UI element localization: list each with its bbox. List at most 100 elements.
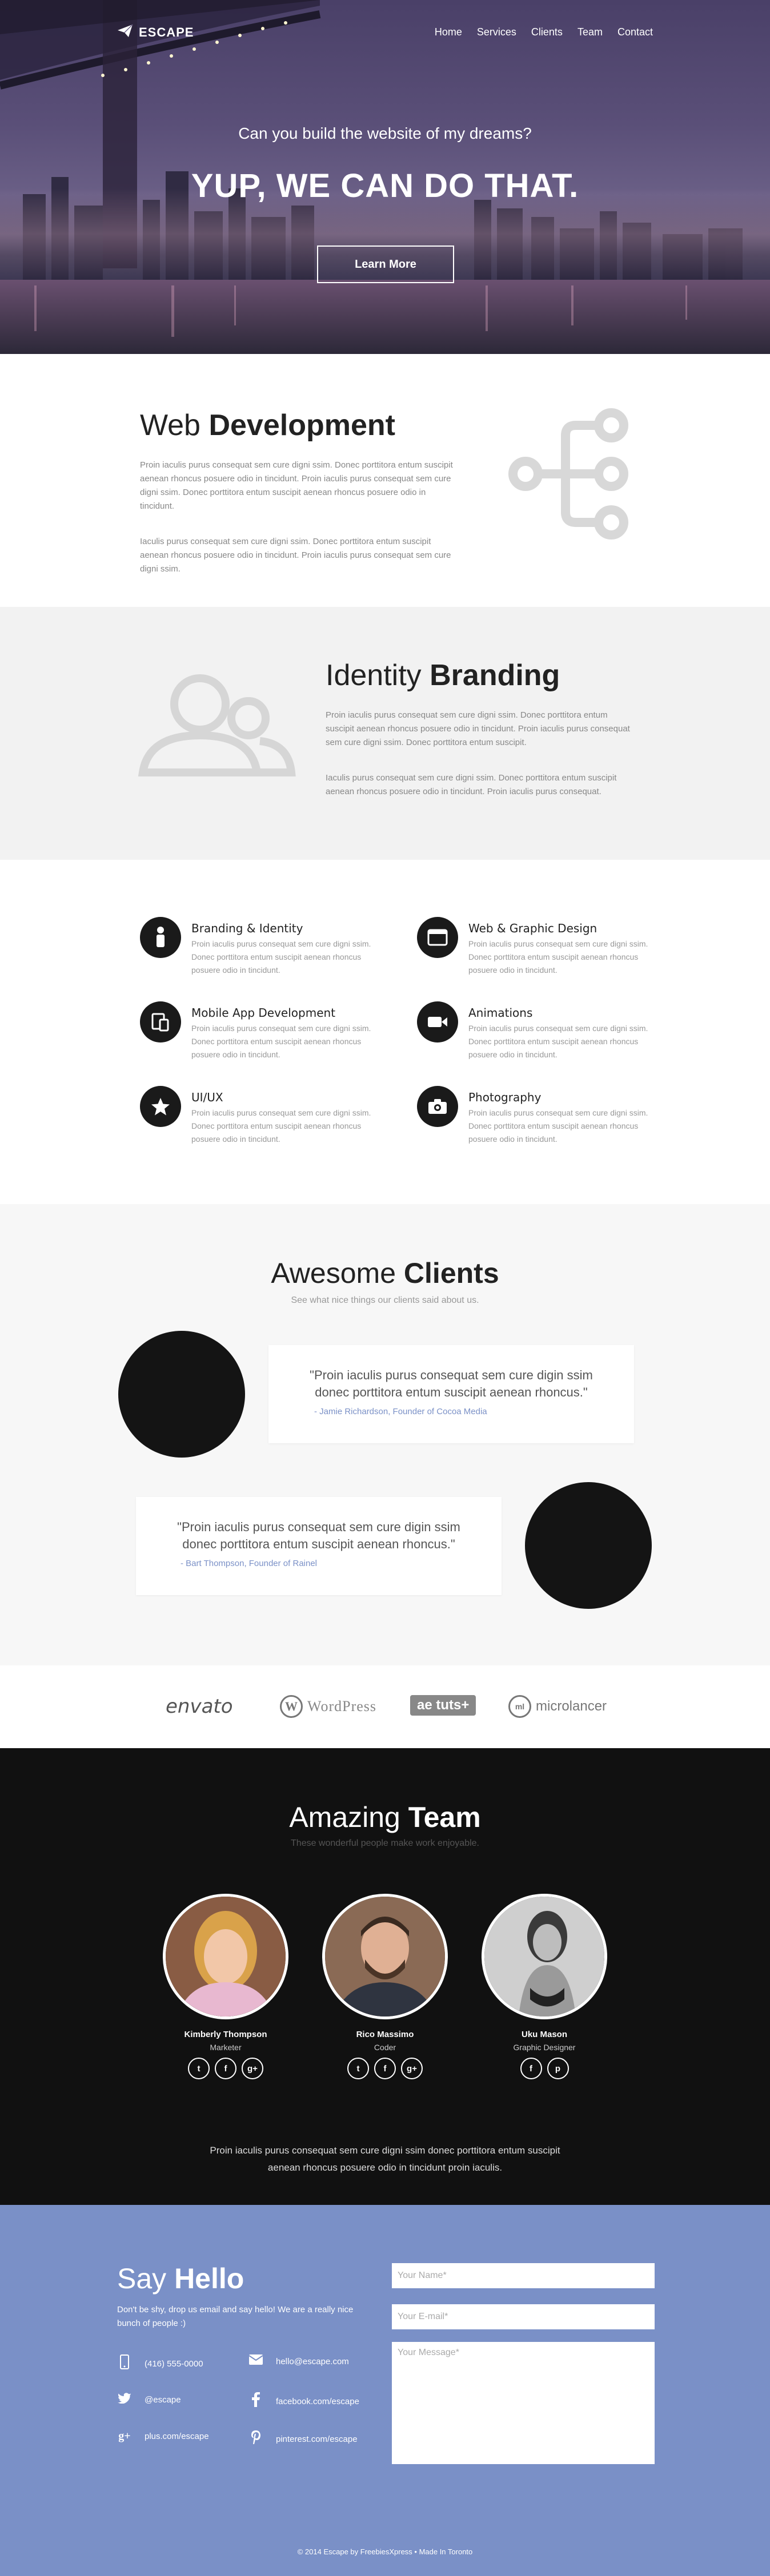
- browser-icon: [417, 917, 458, 958]
- service-ui-ux: UI/UX Proin iaculis purus consequat sem c…: [140, 1086, 380, 1146]
- star-icon: [140, 1086, 181, 1127]
- service-title: Photography: [468, 1090, 542, 1104]
- microlancer-icon: ml: [508, 1695, 531, 1718]
- camera-icon: [417, 1086, 458, 1127]
- contact-heading: Say Hello: [117, 2263, 244, 2295]
- envelope-icon: [248, 2354, 263, 2368]
- service-title: Mobile App Development: [191, 1006, 336, 1020]
- learn-more-button[interactable]: Learn More: [317, 245, 454, 283]
- service-mobile-app: Mobile App Development Proin iaculis puru…: [140, 1001, 380, 1061]
- service-text: Proin iaculis purus consequat sem cure d…: [191, 1024, 371, 1059]
- member-photo: [163, 1894, 288, 2019]
- service-title: Branding & Identity: [191, 921, 303, 935]
- hero-section: ESCAPE Home Services Clients Team Contac…: [0, 0, 770, 354]
- web-development-section: Web Development Proin iaculis purus cons…: [0, 354, 770, 607]
- team-member: Rico Massimo Coder t f g+: [319, 1894, 451, 2079]
- brand-name: ESCAPE: [139, 25, 194, 39]
- facebook-icon[interactable]: f: [374, 2058, 396, 2079]
- contact-email[interactable]: hello@escape.com: [248, 2354, 349, 2368]
- team-member: Uku Mason Graphic Designer f p: [479, 1894, 610, 2079]
- member-name: Uku Mason: [521, 2030, 567, 2039]
- testimonial-card: "Proin iaculis purus consequat sem cure …: [136, 1497, 502, 1595]
- brand-logo[interactable]: ESCAPE: [117, 24, 194, 41]
- testimonial-author: - Bart Thompson, Founder of Rainel: [181, 1559, 318, 1568]
- message-field[interactable]: [392, 2342, 655, 2464]
- team-member: Kimberly Thompson Marketer t f g+: [160, 1894, 291, 2079]
- nav-home[interactable]: Home: [435, 26, 462, 38]
- service-title: Web & Graphic Design: [468, 921, 597, 935]
- member-name: Kimberly Thompson: [184, 2030, 267, 2039]
- facebook-icon[interactable]: f: [520, 2058, 542, 2079]
- nav-team[interactable]: Team: [578, 26, 603, 38]
- team-heading: Amazing Team: [289, 1801, 481, 1833]
- devices-icon: [140, 1001, 181, 1043]
- service-text: Proin iaculis purus consequat sem cure d…: [468, 939, 648, 975]
- paper-plane-icon: [117, 24, 133, 41]
- services-section: Branding & Identity Proin iaculis purus c…: [0, 860, 770, 1204]
- copyright: © 2014 Escape by FreebiesXpress • Made I…: [297, 2547, 473, 2556]
- member-role: Graphic Designer: [513, 2043, 576, 2052]
- clients-heading: Awesome Clients: [271, 1257, 499, 1289]
- wordpress-logo: W WordPress: [280, 1695, 376, 1718]
- nav-clients[interactable]: Clients: [531, 26, 563, 38]
- testimonial-quote: "Proin iaculis purus consequat sem cure …: [310, 1368, 593, 1399]
- member-photo: [322, 1894, 448, 2019]
- contact-intro: Don't be shy, drop us email and say hell…: [117, 2305, 354, 2328]
- contact-phone: (416) 555-0000: [117, 2354, 203, 2373]
- google-plus-icon[interactable]: g+: [242, 2058, 263, 2079]
- client-avatar: [525, 1482, 652, 1609]
- member-photo: [482, 1894, 607, 2019]
- nav-contact[interactable]: Contact: [617, 26, 653, 38]
- service-web-graphic-design: Web & Graphic Design Proin iaculis purus …: [417, 917, 657, 977]
- team-paragraph: Proin iaculis purus consequat sem cure d…: [210, 2145, 560, 2173]
- video-camera-icon: [417, 1001, 458, 1043]
- team-section: Amazing Team These wonderful people make…: [0, 1748, 770, 2205]
- main-menu: Home Services Clients Team Contact: [435, 26, 653, 38]
- service-photography: Photography Proin iaculis purus consequat…: [417, 1086, 657, 1146]
- twitter-icon: [117, 2392, 132, 2407]
- service-text: Proin iaculis purus consequat sem cure d…: [191, 1108, 371, 1144]
- contact-pinterest[interactable]: pinterest.com/escape: [248, 2430, 358, 2448]
- twitter-icon[interactable]: t: [347, 2058, 369, 2079]
- microlancer-logo: ml microlancer: [508, 1695, 607, 1718]
- contact-twitter[interactable]: @escape: [117, 2392, 181, 2407]
- service-title: Animations: [468, 1006, 533, 1020]
- name-field[interactable]: [392, 2263, 655, 2288]
- testimonial-author: - Jamie Richardson, Founder of Cocoa Med…: [314, 1407, 487, 1416]
- clients-subtitle: See what nice things our clients said ab…: [291, 1295, 479, 1305]
- member-name: Rico Massimo: [356, 2030, 414, 2039]
- envato-logo: envato: [166, 1695, 233, 1718]
- sitemap-icon: [508, 408, 628, 540]
- web-dev-paragraph-1: Proin iaculis purus consequat sem cure d…: [140, 460, 453, 511]
- hero-title: YUP, WE CAN DO THAT.: [191, 167, 579, 204]
- pinterest-icon: [248, 2430, 263, 2448]
- member-social: t f g+: [160, 2058, 291, 2079]
- service-branding-identity: Branding & Identity Proin iaculis purus c…: [140, 917, 380, 977]
- team-subtitle: These wonderful people make work enjoyab…: [291, 1838, 479, 1848]
- member-role: Marketer: [210, 2043, 242, 2052]
- service-animations: Animations Proin iaculis purus consequat …: [417, 1001, 657, 1061]
- service-text: Proin iaculis purus consequat sem cure d…: [468, 1108, 648, 1144]
- google-plus-icon[interactable]: g+: [401, 2058, 423, 2079]
- web-dev-paragraph-2: Iaculis purus consequat sem cure digni s…: [140, 537, 451, 574]
- service-title: UI/UX: [191, 1090, 223, 1104]
- service-text: Proin iaculis purus consequat sem cure d…: [191, 939, 371, 975]
- partner-logos: envato W WordPress ae tuts+ ml microlanc…: [0, 1665, 770, 1748]
- facebook-icon[interactable]: f: [215, 2058, 236, 2079]
- phone-icon: [117, 2354, 132, 2373]
- identity-branding-section: Identity Branding Proin iaculis purus co…: [0, 607, 770, 860]
- branding-heading: Identity Branding: [326, 659, 560, 692]
- contact-google-plus[interactable]: g+ plus.com/escape: [117, 2430, 208, 2443]
- users-icon: [138, 674, 296, 776]
- clients-section: Awesome Clients See what nice things our…: [0, 1204, 770, 1665]
- client-avatar: [118, 1331, 245, 1458]
- email-field[interactable]: [392, 2304, 655, 2329]
- testimonial-card: "Proin iaculis purus consequat sem cure …: [268, 1345, 634, 1443]
- google-plus-icon: g+: [118, 2430, 131, 2442]
- pinterest-icon[interactable]: p: [547, 2058, 569, 2079]
- contact-facebook[interactable]: facebook.com/escape: [248, 2392, 359, 2410]
- nav-services[interactable]: Services: [477, 26, 516, 38]
- twitter-icon[interactable]: t: [188, 2058, 210, 2079]
- contact-section: Say Hello Don't be shy, drop us email an…: [0, 2205, 770, 2576]
- service-text: Proin iaculis purus consequat sem cure d…: [468, 1024, 648, 1059]
